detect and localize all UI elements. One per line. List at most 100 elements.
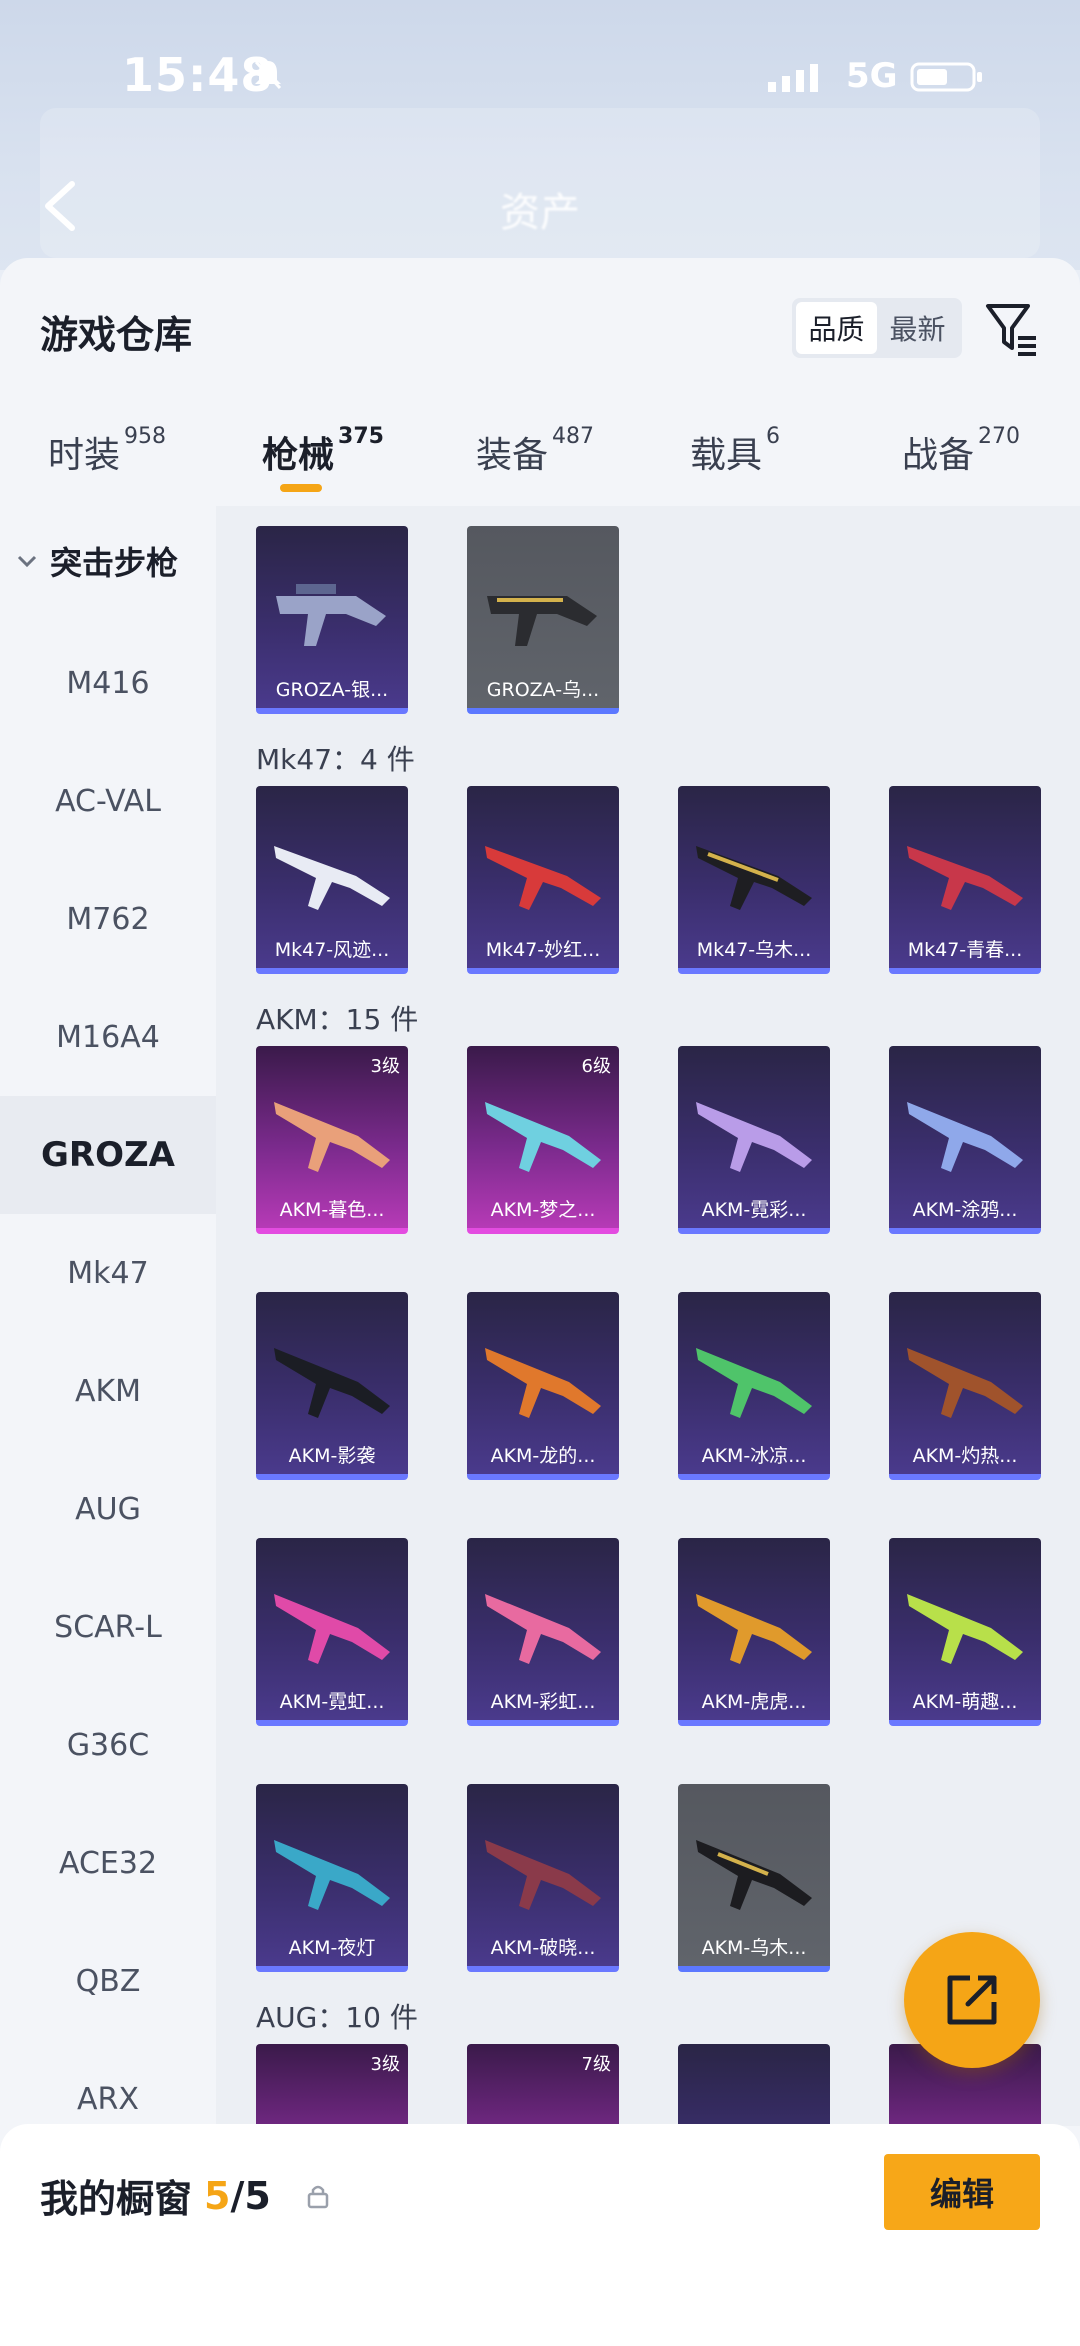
sidebar-item-groza[interactable]: GROZA [0, 1096, 216, 1214]
share-button[interactable] [904, 1932, 1040, 2068]
active-tab-indicator [280, 484, 322, 492]
sidebar-category-label: 突击步枪 [50, 544, 179, 582]
skin-card[interactable]: AKM-虎虎... [678, 1538, 830, 1726]
rifle-icon [274, 1348, 390, 1418]
share-icon [947, 1975, 997, 2025]
status-time: 15:48 [122, 48, 274, 102]
sort-quality-button[interactable]: 品质 [796, 302, 877, 354]
skin-card[interactable]: GROZA-银... [256, 526, 408, 714]
skin-name: Mk47-妙红... [485, 939, 601, 961]
sidebar-item-qbz[interactable]: QBZ [0, 1922, 216, 2040]
rifle-icon [274, 1594, 390, 1664]
rifle-icon [696, 1840, 812, 1910]
tab-vehicles[interactable]: 载具 6 [690, 424, 780, 478]
skin-name: AKM-乌木... [701, 1937, 807, 1959]
skin-card[interactable]: AKM-涂鸦... [889, 1046, 1041, 1234]
skin-card[interactable]: 3级 AKM-暮色... [256, 1046, 408, 1234]
skin-card[interactable] [678, 2044, 830, 2126]
skin-card[interactable]: AKM-灼热... [889, 1292, 1041, 1480]
skin-name: AKM-彩虹... [490, 1691, 596, 1713]
tab-fashion[interactable]: 时装 958 [48, 424, 167, 478]
rifle-icon [485, 1102, 601, 1172]
sidebar-item-akm[interactable]: AKM [0, 1332, 216, 1450]
rifle-icon [907, 1102, 1023, 1172]
tab-label: 时装 [48, 435, 121, 476]
skin-card[interactable]: GROZA-乌... [467, 526, 619, 714]
sidebar-item-scar-l[interactable]: SCAR-L [0, 1568, 216, 1686]
skin-name: AKM-影袭 [288, 1445, 376, 1467]
rifle-icon [907, 1348, 1023, 1418]
mute-bell-icon [254, 60, 282, 90]
sidebar-item-m16a4[interactable]: M16A4 [0, 978, 216, 1096]
sidebar-item-g36c[interactable]: G36C [0, 1686, 216, 1804]
showcase-count-current: 5 [204, 2173, 231, 2218]
tab-label: 枪械 [262, 435, 335, 476]
skin-card[interactable]: Mk47-风迹... [256, 786, 408, 974]
sidebar-item-m762[interactable]: M762 [0, 860, 216, 978]
skin-card[interactable]: AKM-冰凉... [678, 1292, 830, 1480]
tab-count: 375 [338, 424, 384, 449]
rifle-icon [276, 584, 386, 646]
sidebar-item-ace32[interactable]: ACE32 [0, 1804, 216, 1922]
sheet-title: 游戏仓库 [40, 313, 193, 357]
skin-card[interactable]: AKM-影袭 [256, 1292, 408, 1480]
skin-name: GROZA-银... [275, 679, 389, 701]
sidebar-item-mk47[interactable]: Mk47 [0, 1214, 216, 1332]
sidebar-item-aug[interactable]: AUG [0, 1450, 216, 1568]
group-label-aug: AUG：10 件 [256, 2001, 418, 2034]
skin-card[interactable]: 6级 AKM-梦之... [467, 1046, 619, 1234]
skin-name: AKM-破晓... [490, 1937, 596, 1959]
skin-name: AKM-萌趣... [912, 1691, 1018, 1713]
weapon-skin-grid: GROZA-银... GROZA-乌... Mk47：4 件 Mk47-风迹..… [216, 506, 1080, 2126]
showcase-count-total: /5 [230, 2173, 271, 2218]
rifle-icon [274, 1102, 390, 1172]
skin-card[interactable]: 7级 [467, 2044, 619, 2126]
network-type: 5G [846, 56, 898, 96]
tab-gear[interactable]: 装备 487 [476, 424, 594, 478]
tab-weapons[interactable]: 枪械 375 [262, 424, 384, 478]
edit-showcase-button[interactable]: 编辑 [884, 2154, 1040, 2230]
sort-newest-button[interactable]: 最新 [877, 302, 958, 354]
tab-count: 958 [124, 424, 167, 449]
category-tabs: 时装 958 枪械 375 装备 487 载具 6 战备 270 [0, 424, 1080, 506]
skin-name: AKM-涂鸦... [912, 1199, 1018, 1221]
skin-card[interactable]: Mk47-妙红... [467, 786, 619, 974]
rifle-icon [485, 846, 601, 910]
page-title: 资产 [500, 190, 580, 236]
skin-card[interactable]: AKM-破晓... [467, 1784, 619, 1972]
skin-card[interactable]: 3级 [256, 2044, 408, 2126]
sidebar-category-header[interactable]: 突击步枪 [16, 538, 178, 584]
back-arrow-icon[interactable] [40, 178, 80, 234]
tab-label: 装备 [476, 435, 549, 476]
skin-name: AKM-灼热... [912, 1445, 1018, 1467]
skin-name: AKM-夜灯 [288, 1937, 376, 1959]
rifle-icon [485, 1594, 601, 1664]
signal-icon [768, 64, 818, 92]
sidebar-item-ac-val[interactable]: AC-VAL [0, 742, 216, 860]
filter-icon[interactable] [984, 298, 1040, 358]
tab-supplies[interactable]: 战备 270 [902, 424, 1020, 478]
rifle-icon [696, 1348, 812, 1418]
rifle-icon [696, 1594, 812, 1664]
skin-card[interactable]: AKM-龙的... [467, 1292, 619, 1480]
skin-name: AKM-梦之... [490, 1199, 596, 1221]
skin-card[interactable]: AKM-萌趣... [889, 1538, 1041, 1726]
skin-level-badge: 3级 [370, 1056, 400, 1077]
skin-card[interactable]: Mk47-乌木... [678, 786, 830, 974]
skin-card[interactable]: AKM-霓虹... [256, 1538, 408, 1726]
rifle-icon [487, 596, 597, 646]
rifle-icon [696, 1102, 812, 1172]
skin-name: GROZA-乌... [486, 679, 600, 701]
skin-card[interactable]: AKM-霓彩... [678, 1046, 830, 1234]
skin-card[interactable]: AKM-夜灯 [256, 1784, 408, 1972]
battery-icon [910, 62, 982, 92]
skin-card[interactable]: AKM-彩虹... [467, 1538, 619, 1726]
skin-name: AKM-暮色... [279, 1199, 385, 1221]
skin-card[interactable]: Mk47-青春... [889, 786, 1041, 974]
sidebar-item-m416[interactable]: M416 [0, 624, 216, 742]
rifle-icon [274, 1840, 390, 1910]
showcase-bar: 我的橱窗 5/5 编辑 [0, 2124, 1080, 2346]
showcase-summary: 我的橱窗 5/5 [40, 2168, 329, 2223]
skin-level-badge: 6级 [581, 1056, 611, 1077]
skin-card[interactable]: AKM-乌木... [678, 1784, 830, 1972]
